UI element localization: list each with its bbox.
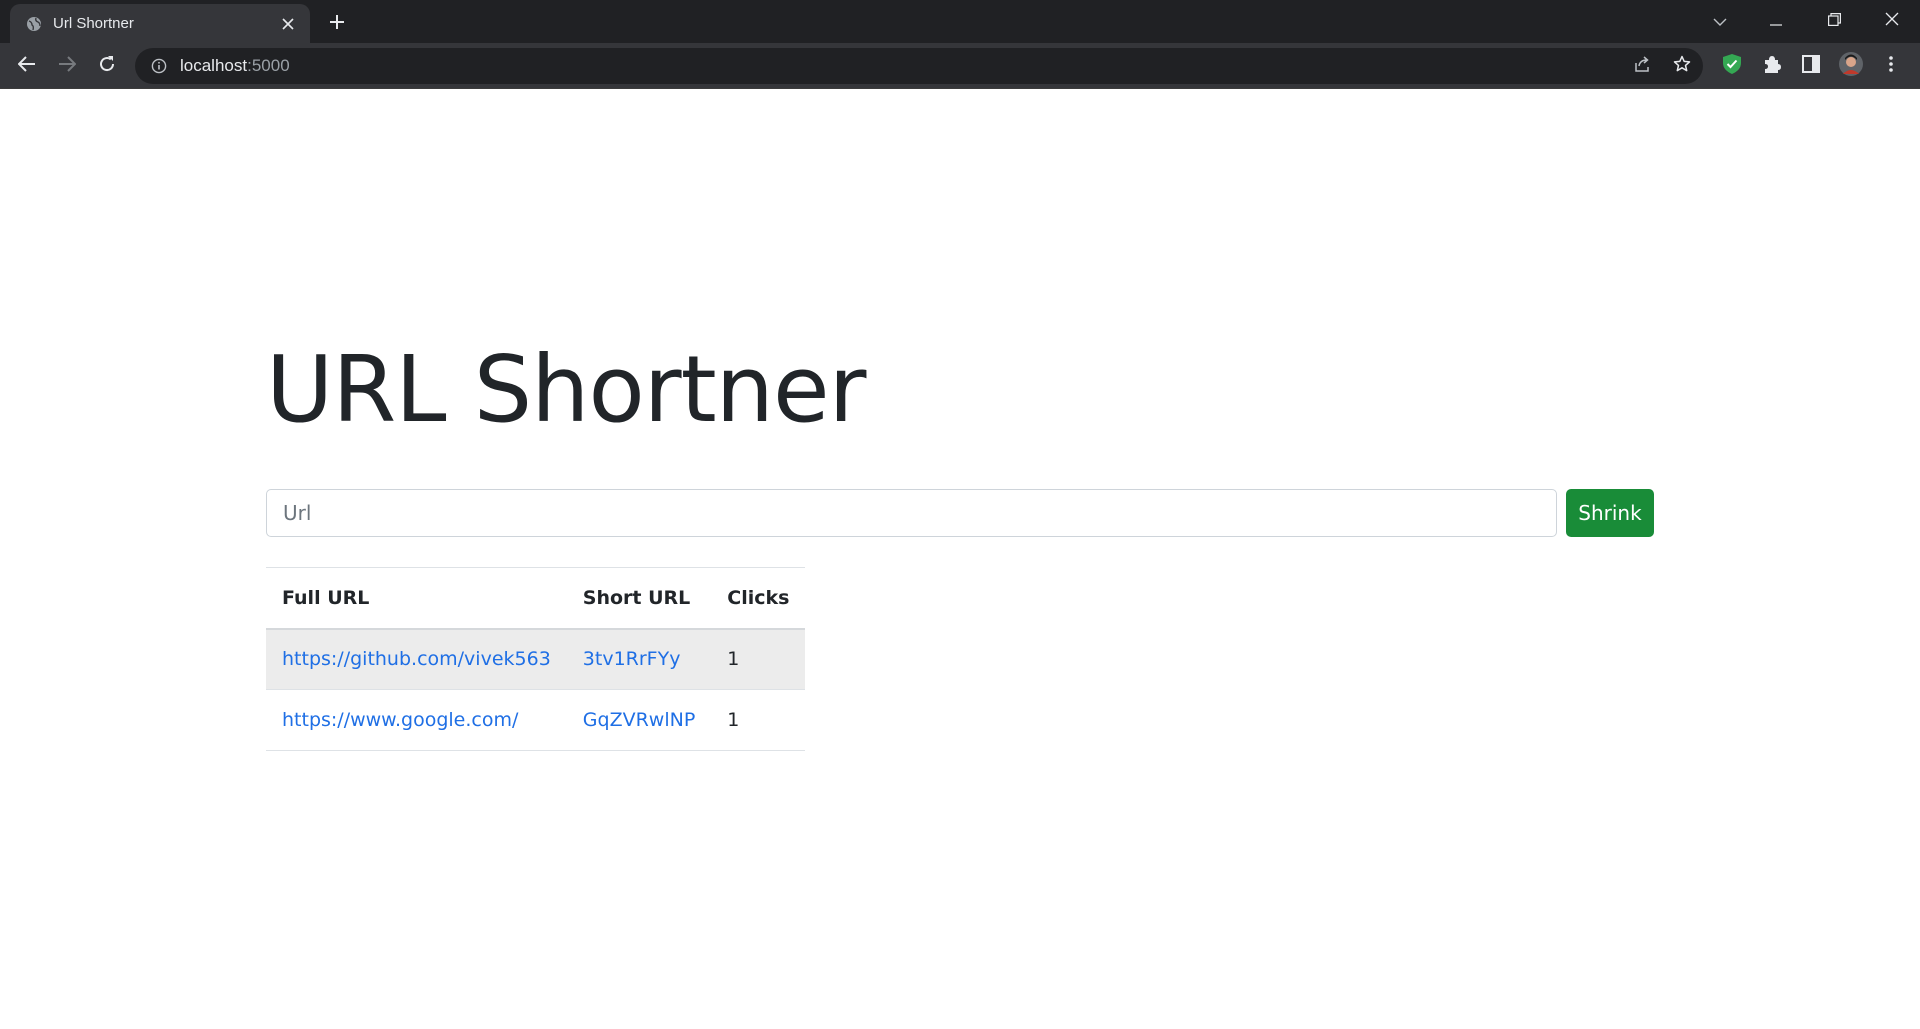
shield-icon — [1722, 53, 1742, 80]
side-panel-icon — [1802, 54, 1820, 78]
column-header-clicks: Clicks — [711, 567, 806, 630]
minimize-button[interactable] — [1748, 0, 1804, 43]
clicks-cell: 1 — [711, 689, 806, 751]
page-content: URL Shortner Shrink Full URL Short URL C… — [0, 89, 1920, 1029]
short-url-link[interactable]: GqZVRwlNP — [583, 709, 696, 731]
clicks-cell: 1 — [711, 628, 806, 690]
star-icon — [1673, 55, 1691, 78]
extensions-button[interactable] — [1756, 50, 1788, 82]
reload-button[interactable] — [91, 50, 123, 82]
chevron-down-icon — [1713, 13, 1727, 31]
minimize-icon — [1770, 13, 1782, 31]
table-row: https://github.com/vivek563 3tv1RrFYy 1 — [266, 628, 806, 690]
plus-icon — [329, 14, 345, 35]
shield-extension-button[interactable] — [1716, 50, 1748, 82]
profile-button[interactable] — [1835, 50, 1867, 82]
urls-table: Full URL Short URL Clicks https://github… — [266, 567, 806, 751]
short-url-cell: GqZVRwlNP — [566, 689, 712, 751]
window-close-button[interactable] — [1864, 0, 1920, 43]
full-url-cell: https://github.com/vivek563 — [266, 628, 567, 690]
back-button[interactable] — [11, 50, 43, 82]
full-url-cell: https://www.google.com/ — [266, 689, 567, 751]
short-url-link[interactable]: 3tv1RrFYy — [583, 648, 681, 670]
column-header-full-url: Full URL — [266, 567, 567, 630]
side-panel-button[interactable] — [1795, 50, 1827, 82]
puzzle-icon — [1762, 54, 1782, 79]
address-host: localhost — [180, 56, 248, 75]
restore-button[interactable] — [1806, 0, 1862, 43]
globe-icon — [26, 16, 42, 32]
full-url-link[interactable]: https://github.com/vivek563 — [282, 648, 551, 670]
shrink-button[interactable]: Shrink — [1566, 489, 1654, 537]
table-row: https://www.google.com/ GqZVRwlNP 1 — [266, 689, 806, 751]
bookmark-button[interactable] — [1666, 50, 1698, 82]
column-header-short-url: Short URL — [566, 567, 712, 630]
browser-tab[interactable]: Url Shortner — [10, 4, 310, 43]
tab-search-button[interactable] — [1692, 0, 1748, 43]
address-port: :5000 — [247, 56, 290, 75]
forward-button[interactable] — [51, 50, 83, 82]
restore-icon — [1827, 12, 1841, 31]
full-url-link[interactable]: https://www.google.com/ — [282, 709, 518, 731]
share-icon — [1634, 55, 1652, 78]
new-tab-button[interactable] — [322, 9, 352, 39]
browser-toolbar: localhost:5000 — [0, 43, 1920, 89]
short-url-cell: 3tv1RrFYy — [566, 628, 712, 690]
page-title: URL Shortner — [266, 336, 866, 443]
browser-menu-button[interactable] — [1875, 50, 1907, 82]
arrow-right-icon — [58, 55, 77, 77]
address-bar[interactable]: localhost:5000 — [135, 48, 1703, 84]
reload-icon — [98, 55, 116, 78]
arrow-left-icon — [17, 55, 36, 77]
url-input[interactable] — [266, 489, 1557, 537]
share-button[interactable] — [1627, 50, 1659, 82]
close-icon — [1885, 12, 1899, 31]
tab-title: Url Shortner — [53, 15, 134, 32]
avatar — [1839, 51, 1863, 81]
table-header-row: Full URL Short URL Clicks — [266, 567, 806, 630]
kebab-menu-icon — [1889, 55, 1893, 77]
close-icon[interactable] — [276, 12, 300, 36]
browser-tab-bar: Url Shortner — [0, 0, 1920, 43]
info-icon[interactable] — [151, 58, 167, 74]
